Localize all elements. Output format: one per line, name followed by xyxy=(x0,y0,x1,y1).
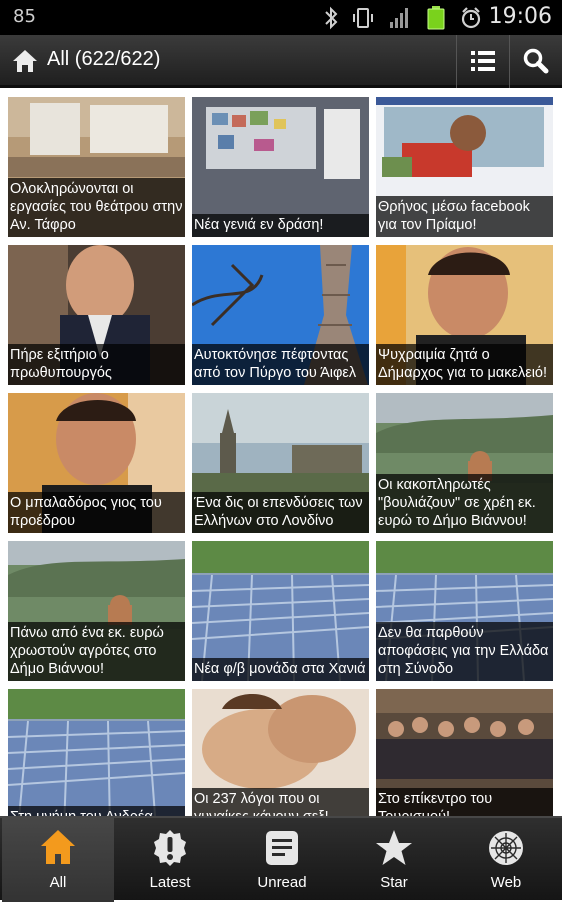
battery-icon xyxy=(427,6,445,30)
alarm-icon xyxy=(461,7,481,29)
article-tile[interactable]: Ένα δις οι επενδύσεις των Ελλήνων στο Λο… xyxy=(192,393,369,533)
tab-label: Unread xyxy=(257,874,307,891)
article-caption: Νέα φ/β μονάδα στα Χανιά xyxy=(192,658,369,681)
tab-label: All xyxy=(49,874,67,891)
article-caption: Δεν θα παρθούν αποφάσεις για την Ελλάδα … xyxy=(376,622,553,681)
article-caption: Ολοκληρώνονται οι εργασίες του θεάτρου σ… xyxy=(8,178,185,237)
list-view-button[interactable] xyxy=(456,35,508,88)
signal-icon xyxy=(390,8,408,28)
tab-label: Web xyxy=(490,874,522,891)
article-caption: Νέα γενιά εν δράση! xyxy=(192,214,369,237)
action-bar: All (622/622) xyxy=(0,35,562,88)
spiderweb-icon xyxy=(489,831,523,865)
article-tile[interactable]: Πάνω από ένα εκ. ευρώ χρωστούν αγρότες σ… xyxy=(8,541,185,681)
article-tile[interactable]: Νέα φ/β μονάδα στα Χανιά xyxy=(192,541,369,681)
exclamation-badge-icon xyxy=(154,830,186,866)
article-tile[interactable]: Οι κακοπληρωτές "βουλιάζουν" σε χρέη εκ.… xyxy=(376,393,553,533)
article-tile[interactable]: Ψυχραιμία ζητά ο Δήμαρχος για το μακελει… xyxy=(376,245,553,385)
article-caption: Πάνω από ένα εκ. ευρώ χρωστούν αγρότες σ… xyxy=(8,622,185,681)
home-icon[interactable] xyxy=(11,47,39,75)
tab-latest[interactable]: Latest xyxy=(114,818,226,902)
article-tile[interactable]: Δεν θα παρθούν αποφάσεις για την Ελλάδα … xyxy=(376,541,553,681)
article-caption: Αυτοκτόνησε πέφτοντας από τον Πύργο του … xyxy=(192,344,369,385)
document-icon xyxy=(266,831,298,865)
article-caption: Πήρε εξιτήριο ο πρωθυπουργός xyxy=(8,344,185,385)
status-bar: 85 19:06 xyxy=(0,0,562,35)
star-icon xyxy=(376,830,412,865)
article-caption: Οι κακοπληρωτές "βουλιάζουν" σε χρέη εκ.… xyxy=(376,474,553,533)
tab-label: Latest xyxy=(149,874,191,891)
article-tile[interactable]: Θρήνος μέσω facebook για τον Πρίαμο! xyxy=(376,97,553,237)
article-tile[interactable]: Στο επίκεντρο του Τουρισμού! xyxy=(376,689,553,829)
article-tile[interactable]: Ο μπαλαδόρος γιος του προέδρου xyxy=(8,393,185,533)
article-tile[interactable]: Οι 237 λόγοι που οι γυναίκες κάνουν σεξ! xyxy=(192,689,369,829)
vibrate-icon xyxy=(353,8,373,28)
article-tile[interactable]: Νέα γενιά εν δράση! xyxy=(192,97,369,237)
tab-web[interactable]: Web xyxy=(450,818,562,902)
tab-all[interactable]: All xyxy=(2,818,114,902)
bluetooth-icon xyxy=(325,6,338,30)
article-caption: Ψυχραιμία ζητά ο Δήμαρχος για το μακελει… xyxy=(376,344,553,385)
search-icon xyxy=(523,48,549,74)
article-tile[interactable]: Πήρε εξιτήριο ο πρωθυπουργός xyxy=(8,245,185,385)
list-icon xyxy=(471,51,495,71)
clock: 19:06 xyxy=(488,4,552,29)
article-tile[interactable]: Στη μνήμη του Ανδρέα xyxy=(8,689,185,829)
article-caption: Ο μπαλαδόρος γιος του προέδρου xyxy=(8,492,185,533)
search-button[interactable] xyxy=(509,35,561,88)
notification-count: 85 xyxy=(13,6,36,27)
page-title: All (622/622) xyxy=(47,48,161,70)
article-caption: Θρήνος μέσω facebook για τον Πρίαμο! xyxy=(376,196,553,237)
bottom-navigation: All Latest Unread Star Web xyxy=(0,816,562,902)
article-caption: Ένα δις οι επενδύσεις των Ελλήνων στο Λο… xyxy=(192,492,369,533)
home-icon xyxy=(41,830,75,864)
tab-label: Star xyxy=(380,874,408,891)
tab-star[interactable]: Star xyxy=(338,818,450,902)
article-tile[interactable]: Αυτοκτόνησε πέφτοντας από τον Πύργο του … xyxy=(192,245,369,385)
article-tile[interactable]: Ολοκληρώνονται οι εργασίες του θεάτρου σ… xyxy=(8,97,185,237)
tab-unread[interactable]: Unread xyxy=(226,818,338,902)
